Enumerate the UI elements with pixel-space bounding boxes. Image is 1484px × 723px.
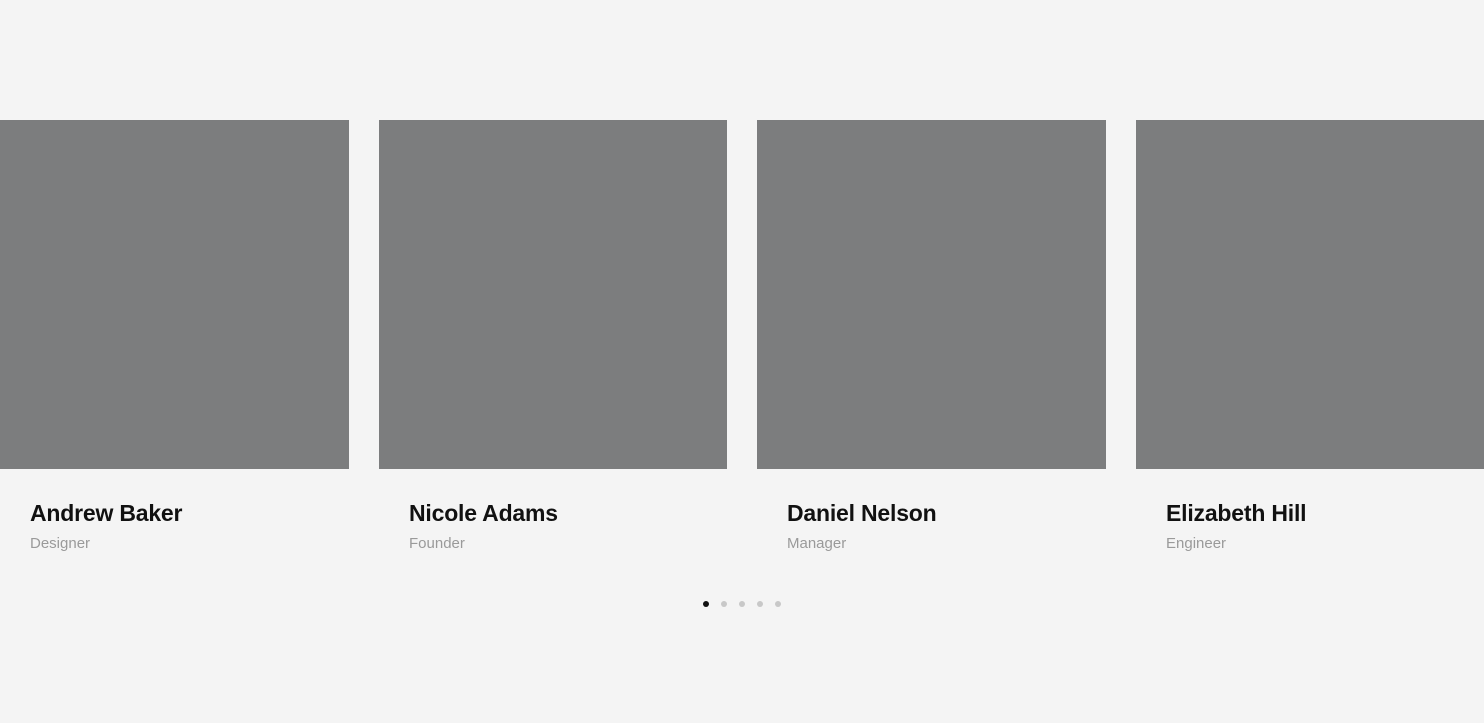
team-card[interactable]: Andrew Baker Designer (0, 120, 349, 553)
slider-track[interactable]: Andrew Baker Designer Nicole Adams Found… (0, 120, 1484, 560)
team-card[interactable]: Elizabeth Hill Engineer (1136, 120, 1484, 553)
team-member-photo (757, 120, 1106, 469)
pagination-dot-2[interactable] (721, 601, 727, 607)
team-slider: Andrew Baker Designer Nicole Adams Found… (0, 120, 1484, 560)
pagination-dot-4[interactable] (757, 601, 763, 607)
team-member-name: Nicole Adams (409, 500, 558, 526)
team-member-name: Daniel Nelson (787, 500, 937, 526)
team-card[interactable]: Nicole Adams Founder (379, 120, 727, 553)
pagination-dot-3[interactable] (739, 601, 745, 607)
team-member-photo (1136, 120, 1484, 469)
team-member-role: Engineer (1166, 535, 1227, 552)
team-member-name: Elizabeth Hill (1166, 500, 1307, 526)
team-member-role: Manager (787, 535, 847, 552)
team-member-role: Founder (409, 535, 465, 552)
team-card[interactable]: Daniel Nelson Manager (757, 120, 1106, 553)
team-member-name: Andrew Baker (30, 500, 183, 526)
team-member-photo (0, 120, 349, 469)
pagination-dot-5[interactable] (775, 601, 781, 607)
slider-pagination (703, 601, 781, 609)
pagination-dot-1[interactable] (703, 601, 709, 607)
team-member-role: Designer (30, 535, 91, 552)
team-member-photo (379, 120, 727, 469)
